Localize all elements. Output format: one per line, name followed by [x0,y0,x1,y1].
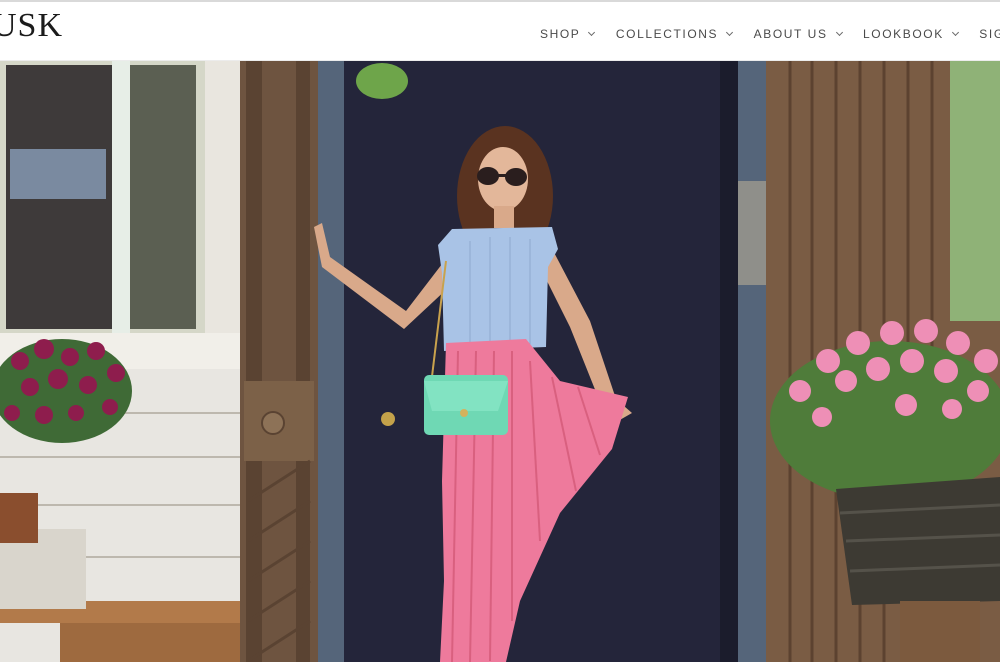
nav-item-label: ABOUT US [753,27,828,41]
chevron-down-icon [951,28,959,37]
brand-logo[interactable]: USK [0,4,63,48]
nav-item-label: COLLECTIONS [615,27,719,41]
nav-item-label: SIGN IN [979,27,1000,41]
nav-item-lookbook[interactable]: LOOKBOOK [863,24,959,44]
chevron-down-icon [726,28,734,37]
nav-item-shop[interactable]: SHOP [540,24,596,44]
hero-image [0,61,1000,662]
nav-item-about-us[interactable]: ABOUT US [753,24,843,44]
chevron-down-icon [835,28,843,37]
hero-banner[interactable] [0,61,1000,662]
nav-item-sign-in[interactable]: SIGN IN [979,24,1000,44]
main-nav: SHOP COLLECTIONS ABOUT US LOOKBOOK SIGN … [540,24,1000,44]
nav-item-label: LOOKBOOK [863,27,944,41]
nav-item-collections[interactable]: COLLECTIONS [615,24,734,44]
site-header: USK SHOP COLLECTIONS ABOUT US LOOKBOOK S… [0,0,1000,61]
nav-item-label: SHOP [540,27,581,41]
chevron-down-icon [588,28,596,37]
